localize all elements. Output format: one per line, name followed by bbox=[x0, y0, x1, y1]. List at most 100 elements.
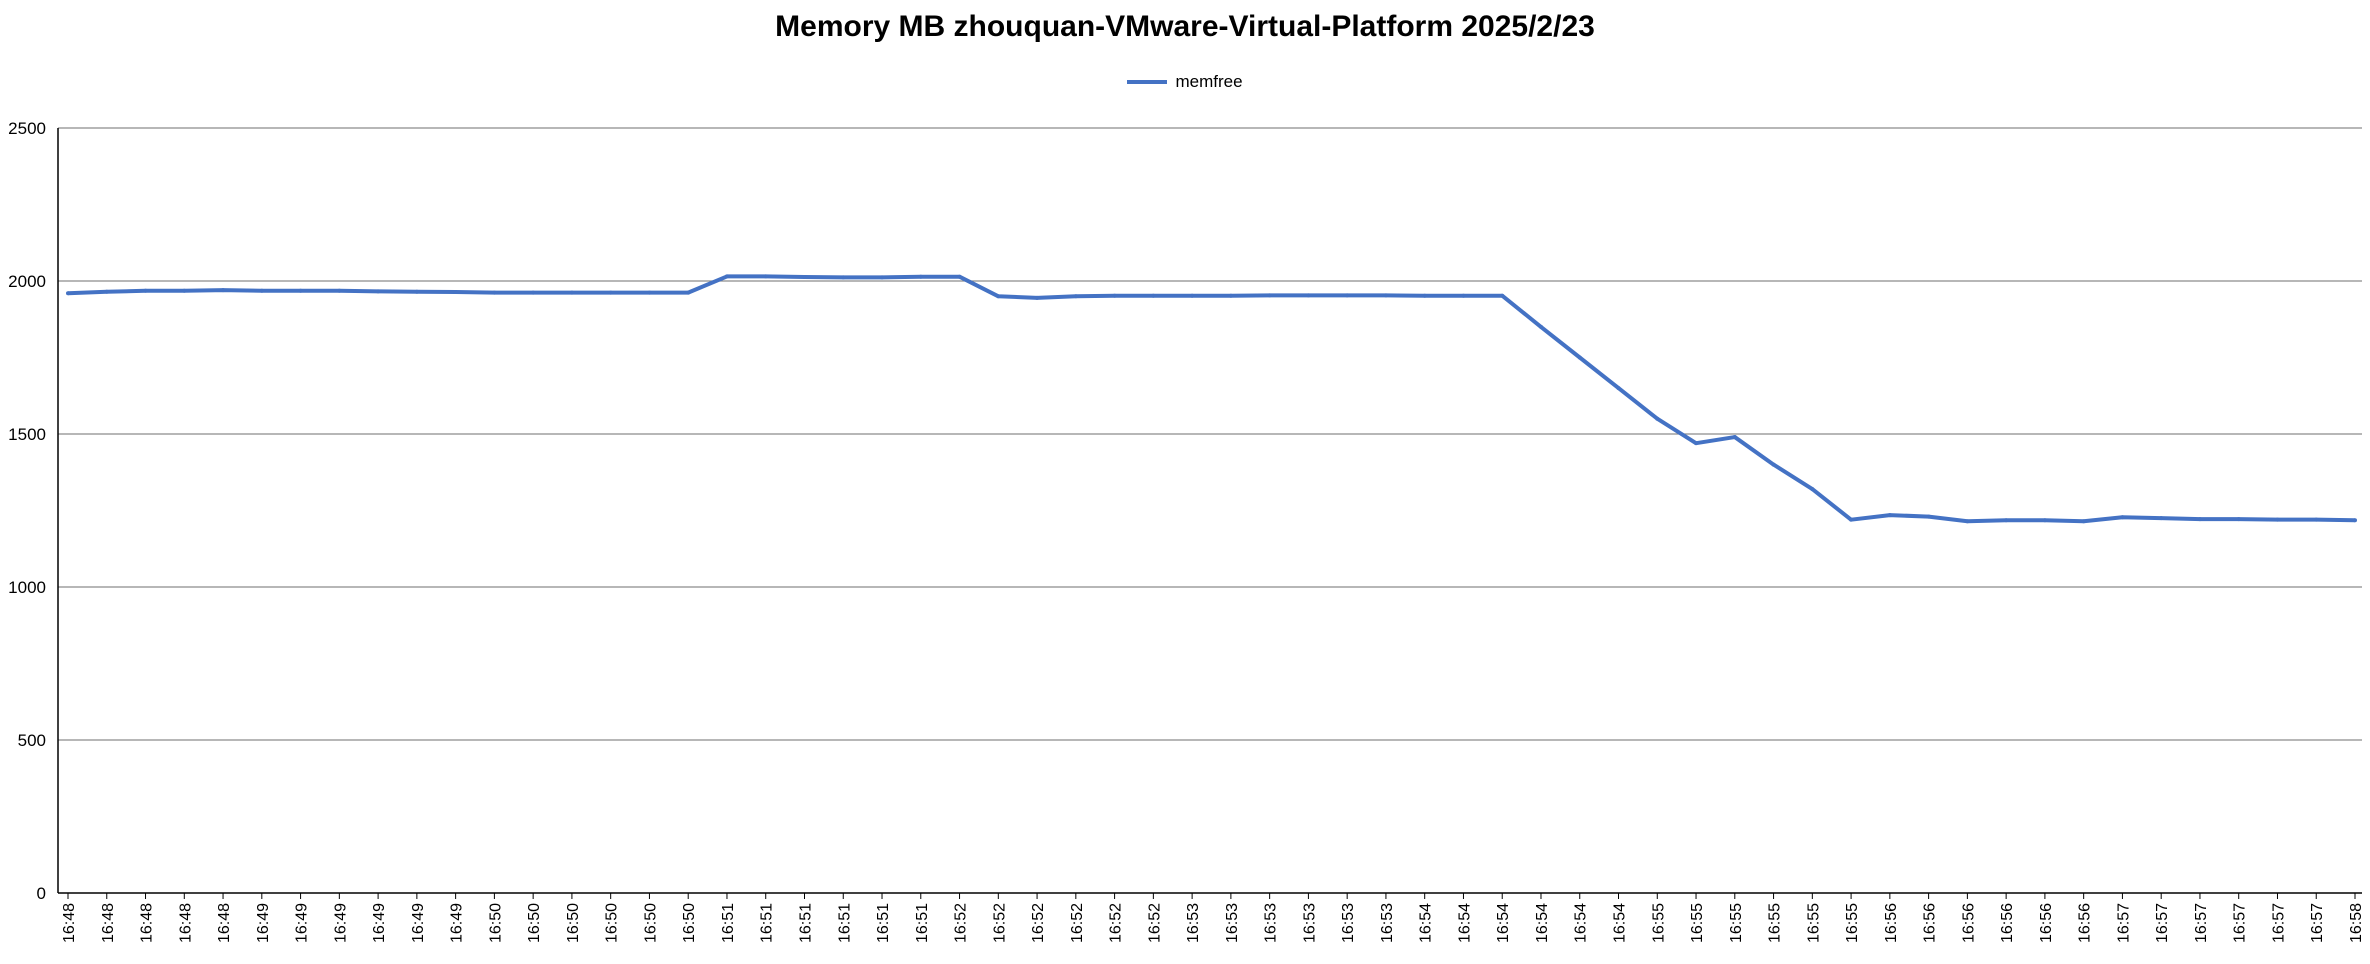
data-point bbox=[1616, 386, 1621, 391]
data-point bbox=[1190, 293, 1195, 298]
data-point bbox=[2353, 518, 2357, 523]
data-point bbox=[414, 289, 419, 294]
x-tick-label: 16:49 bbox=[410, 903, 427, 943]
plot-area: 0 500 1000 1500 2000 2500 16:48 16:48 16:48 16:48… bbox=[8, 119, 2365, 943]
data-point bbox=[1926, 514, 1931, 519]
data-point bbox=[2314, 517, 2319, 522]
y-tick-label: 2500 bbox=[8, 119, 46, 138]
data-point bbox=[66, 291, 70, 296]
data-point bbox=[1112, 293, 1117, 298]
data-point bbox=[492, 290, 497, 295]
data-point bbox=[531, 290, 536, 295]
data-point bbox=[453, 290, 458, 295]
x-tick-label: 16:56 bbox=[2077, 903, 2094, 943]
x-tick-label: 16:53 bbox=[1379, 903, 1396, 943]
x-tick-label: 16:51 bbox=[720, 903, 737, 943]
data-point bbox=[1151, 293, 1156, 298]
data-point bbox=[182, 288, 187, 293]
x-tick-label: 16:53 bbox=[1340, 903, 1357, 943]
x-tick-label: 16:48 bbox=[139, 903, 156, 943]
x-tick-label: 16:56 bbox=[1883, 903, 1900, 943]
x-tick-label: 16:55 bbox=[1689, 903, 1706, 943]
data-point bbox=[1422, 293, 1427, 298]
x-tick-label: 16:54 bbox=[1495, 903, 1512, 943]
data-point bbox=[2197, 517, 2202, 522]
data-point bbox=[957, 274, 962, 279]
x-tick-label: 16:49 bbox=[294, 903, 311, 943]
series-line-memfree bbox=[67, 274, 2356, 524]
x-tick-label: 16:53 bbox=[1301, 903, 1318, 943]
data-point bbox=[2120, 515, 2125, 520]
x-tick-label: 16:56 bbox=[1960, 903, 1977, 943]
data-point bbox=[1461, 293, 1466, 298]
x-tick-label: 16:53 bbox=[1185, 903, 1202, 943]
x-tick-label: 16:52 bbox=[1069, 903, 1086, 943]
x-tick-label: 16:55 bbox=[1767, 903, 1784, 943]
chart: Memory MB zhouquan-VMware-Virtual-Platfo… bbox=[0, 0, 2370, 964]
data-point bbox=[569, 290, 574, 295]
data-point bbox=[1073, 294, 1078, 299]
x-tick-label: 16:51 bbox=[759, 903, 776, 943]
x-tick-label: 16:51 bbox=[914, 903, 931, 943]
x-tick-label: 16:54 bbox=[1612, 903, 1629, 943]
x-tick-label: 16:57 bbox=[2115, 903, 2132, 943]
x-tick-label: 16:51 bbox=[797, 903, 814, 943]
data-point bbox=[1849, 517, 1854, 522]
x-tick-label: 16:51 bbox=[836, 903, 853, 943]
data-point bbox=[1228, 293, 1233, 298]
x-tick-label: 16:50 bbox=[681, 903, 698, 943]
x-tick-label: 16:49 bbox=[255, 903, 272, 943]
data-point bbox=[2236, 517, 2241, 522]
data-point bbox=[259, 288, 264, 293]
x-tick-label: 16:52 bbox=[953, 903, 970, 943]
data-point bbox=[1306, 293, 1311, 298]
x-tick-label: 16:55 bbox=[1650, 903, 1667, 943]
y-tick-label: 0 bbox=[37, 884, 46, 903]
x-tick-label: 16:54 bbox=[1573, 903, 1590, 943]
x-tick-label: 16:56 bbox=[1922, 903, 1939, 943]
data-point bbox=[104, 289, 109, 294]
x-tick-label: 16:58 bbox=[2348, 903, 2365, 943]
data-point bbox=[1267, 293, 1272, 298]
data-point bbox=[2275, 517, 2280, 522]
x-tick-label: 16:57 bbox=[2309, 903, 2326, 943]
data-point bbox=[1500, 293, 1505, 298]
x-tick-label: 16:56 bbox=[2038, 903, 2055, 943]
data-point bbox=[802, 275, 807, 280]
data-point bbox=[1810, 487, 1815, 492]
x-tick-label: 16:53 bbox=[1263, 903, 1280, 943]
x-tick-label: 16:54 bbox=[1456, 903, 1473, 943]
data-point bbox=[1965, 519, 1970, 524]
data-point bbox=[1771, 462, 1776, 467]
data-point bbox=[1577, 355, 1582, 360]
x-tick-label: 16:52 bbox=[991, 903, 1008, 943]
data-point bbox=[2081, 519, 2086, 524]
x-tick-label: 16:48 bbox=[177, 903, 194, 943]
x-tick-label: 16:48 bbox=[216, 903, 233, 943]
data-point bbox=[686, 290, 691, 295]
x-tick-label: 16:54 bbox=[1534, 903, 1551, 943]
x-tick-label: 16:51 bbox=[875, 903, 892, 943]
data-point bbox=[2159, 516, 2164, 521]
x-tick-label: 16:50 bbox=[526, 903, 543, 943]
x-tick-label: 16:57 bbox=[2270, 903, 2287, 943]
x-tick-label: 16:49 bbox=[449, 903, 466, 943]
data-point bbox=[1887, 513, 1892, 518]
y-tick-label: 500 bbox=[18, 731, 46, 750]
y-tick-label: 1500 bbox=[8, 425, 46, 444]
x-tick-label: 16:52 bbox=[1030, 903, 1047, 943]
data-point bbox=[1345, 293, 1350, 298]
data-point bbox=[1655, 416, 1660, 421]
data-point bbox=[608, 290, 613, 295]
x-tick-label: 16:57 bbox=[2193, 903, 2210, 943]
x-tick-label: 16:48 bbox=[100, 903, 117, 943]
x-tick-label: 16:53 bbox=[1224, 903, 1241, 943]
x-tick-label: 16:49 bbox=[371, 903, 388, 943]
data-point bbox=[1383, 293, 1388, 298]
data-point bbox=[841, 275, 846, 280]
y-tick-label: 2000 bbox=[8, 272, 46, 291]
x-tick-label: 16:49 bbox=[332, 903, 349, 943]
data-point bbox=[763, 274, 768, 279]
data-point bbox=[143, 288, 148, 293]
data-point bbox=[1538, 324, 1543, 329]
